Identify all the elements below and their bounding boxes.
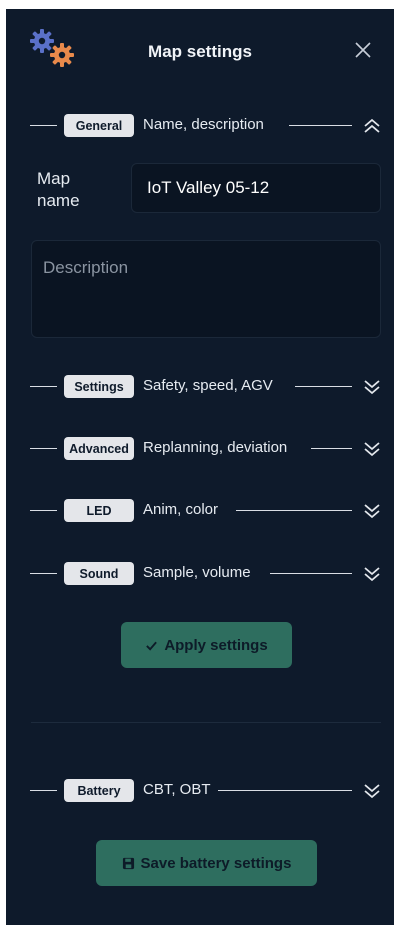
floppy-disk-icon — [122, 857, 134, 869]
section-subtitle: CBT, OBT — [143, 781, 211, 798]
section-badge: Sound — [64, 562, 134, 585]
section-badge: Advanced — [64, 437, 134, 460]
divider-line — [270, 573, 352, 574]
chevron-down-double-icon[interactable] — [362, 564, 382, 584]
chevron-down-double-icon[interactable] — [362, 377, 382, 397]
chevron-down-double-icon[interactable] — [362, 501, 382, 521]
description-input[interactable] — [31, 240, 381, 338]
section-settings[interactable]: Settings Safety, speed, AGV — [6, 371, 394, 403]
section-advanced[interactable]: Advanced Replanning, deviation — [6, 433, 394, 465]
check-icon — [146, 641, 158, 651]
section-subtitle: Name, description — [143, 116, 264, 133]
save-battery-settings-button[interactable]: Save battery settings — [96, 840, 317, 886]
section-subtitle: Replanning, deviation — [143, 439, 288, 456]
section-subtitle: Safety, speed, AGV — [143, 377, 273, 394]
section-led[interactable]: LED Anim, color — [6, 495, 394, 527]
section-general[interactable]: General Name, description — [6, 110, 394, 142]
apply-settings-label: Apply settings — [164, 636, 268, 654]
panel-title: Map settings — [148, 42, 252, 61]
panel-header: Map settings — [6, 9, 394, 89]
divider-line — [236, 510, 352, 511]
section-sound[interactable]: Sound Sample, volume — [6, 558, 394, 590]
divider-line — [30, 573, 57, 574]
section-subtitle: Anim, color — [143, 501, 219, 518]
section-subtitle: Sample, volume — [143, 564, 251, 581]
map-name-label: Map name — [37, 169, 80, 210]
section-badge: LED — [64, 499, 134, 522]
divider-line — [218, 790, 352, 791]
section-badge: Settings — [64, 375, 134, 398]
close-icon[interactable] — [351, 38, 375, 62]
divider-line — [311, 448, 352, 449]
apply-settings-button[interactable]: Apply settings — [121, 622, 292, 668]
save-battery-settings-label: Save battery settings — [140, 854, 292, 872]
section-badge: General — [64, 114, 134, 137]
map-name-input[interactable] — [131, 163, 381, 213]
section-divider — [31, 722, 381, 723]
chevron-down-double-icon[interactable] — [362, 439, 382, 459]
chevron-up-double-icon[interactable] — [362, 116, 382, 136]
map-settings-panel: Map settings General Name, description M… — [6, 9, 394, 925]
divider-line — [30, 448, 57, 449]
chevron-down-double-icon[interactable] — [362, 781, 382, 801]
divider-line — [295, 386, 352, 387]
divider-line — [30, 125, 57, 126]
divider-line — [30, 386, 57, 387]
section-battery[interactable]: Battery CBT, OBT — [6, 775, 394, 807]
divider-line — [289, 125, 352, 126]
divider-line — [30, 790, 57, 791]
divider-line — [30, 510, 57, 511]
section-badge: Battery — [64, 779, 134, 802]
